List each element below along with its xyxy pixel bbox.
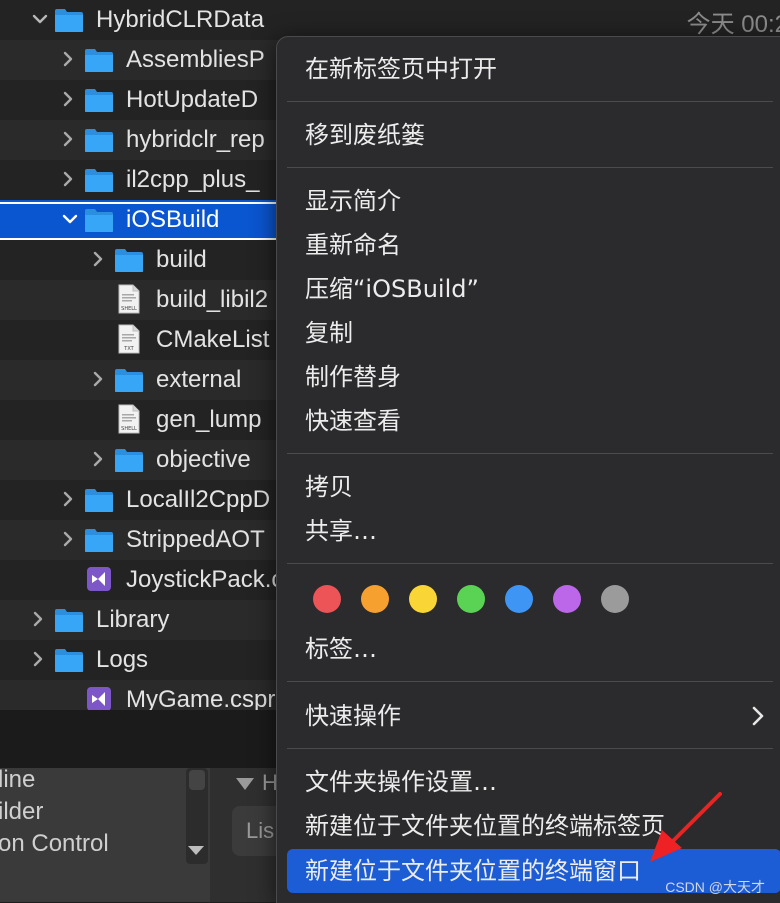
chevron-right-icon[interactable] <box>62 51 74 67</box>
file-name: gen_lump <box>156 406 262 433</box>
folder-icon <box>54 647 84 673</box>
file-name: HotUpdateD <box>126 86 259 113</box>
hierarchy-header: H <box>236 770 278 796</box>
watermark: CSDN @大天才 <box>665 879 765 895</box>
file-name: CMakeList <box>156 326 270 353</box>
tag-yellow[interactable] <box>409 585 437 613</box>
file-name: external <box>156 366 242 393</box>
chevron-right-icon[interactable] <box>32 611 44 627</box>
menu-item-copy[interactable]: 拷贝 <box>305 471 353 503</box>
file-row[interactable]: HybridCLRData 今天 00:2 <box>0 0 780 40</box>
chevron-right-icon[interactable] <box>92 371 104 387</box>
menu-item-new-terminal-window[interactable]: 新建位于文件夹位置的终端窗口 <box>305 855 641 887</box>
file-name: Library <box>96 606 170 633</box>
folder-icon <box>84 207 114 233</box>
svg-text:TXT: TXT <box>123 346 134 352</box>
folder-icon <box>84 527 114 553</box>
file-name: HybridCLRData <box>96 6 265 33</box>
folder-icon <box>84 127 114 153</box>
folder-icon <box>114 447 144 473</box>
file-name: build <box>156 246 207 273</box>
file-name: AssembliesP <box>126 46 265 73</box>
file-name: build_libil2 <box>156 286 269 313</box>
menu-separator <box>287 681 773 682</box>
visual-studio-project-icon <box>86 566 112 592</box>
tag-green[interactable] <box>457 585 485 613</box>
chevron-right-icon[interactable] <box>92 451 104 467</box>
file-name: LocalIl2CppD <box>126 486 271 513</box>
menu-separator <box>287 563 773 564</box>
menu-item-rename[interactable]: 重新命名 <box>305 229 401 261</box>
file-name: hybridclr_rep <box>126 126 265 153</box>
chevron-right-icon[interactable] <box>32 651 44 667</box>
red-arrow-annotation <box>650 792 722 862</box>
triangle-down-icon <box>236 778 254 791</box>
file-name: MyGame.cspro <box>126 686 289 710</box>
menu-separator <box>287 167 773 168</box>
menu-separator <box>287 101 773 102</box>
folder-icon <box>114 367 144 393</box>
file-name: StrippedAOT <box>126 526 265 553</box>
folder-icon <box>54 7 84 33</box>
menu-item-share[interactable]: 共享… <box>305 515 377 547</box>
menu-item-quick-actions[interactable]: 快速操作 <box>305 700 401 732</box>
chevron-right-icon[interactable] <box>62 131 74 147</box>
folder-icon <box>84 87 114 113</box>
scroll-down-icon[interactable] <box>188 846 204 855</box>
file-name: iOSBuild <box>126 206 220 233</box>
tag-blue[interactable] <box>505 585 533 613</box>
chevron-right-icon[interactable] <box>92 251 104 267</box>
folder-icon <box>84 47 114 73</box>
folder-icon <box>54 607 84 633</box>
shell-script-icon: SHELL <box>118 404 140 434</box>
file-name: JoystickPack.c <box>126 566 284 593</box>
tag-gray[interactable] <box>601 585 629 613</box>
shell-script-icon: SHELL <box>118 284 140 314</box>
folder-icon <box>84 167 114 193</box>
menu-item-open-in-new-tab[interactable]: 在新标签页中打开 <box>305 53 497 85</box>
menu-item-get-info[interactable]: 显示简介 <box>305 185 401 217</box>
visual-studio-project-icon <box>86 686 112 710</box>
chevron-right-icon[interactable] <box>62 491 74 507</box>
menu-item-new-terminal-tab[interactable]: 新建位于文件夹位置的终端标签页 <box>305 810 665 842</box>
menu-item-compress[interactable]: 压缩“iOSBuild” <box>305 273 479 305</box>
menu-item-tags[interactable]: 标签… <box>305 633 377 665</box>
tag-orange[interactable] <box>361 585 389 613</box>
date-modified: 今天 00:2 <box>686 11 780 38</box>
context-menu: 在新标签页中打开 移到废纸篓 显示简介 重新命名 压缩“iOSBuild” 复制… <box>276 36 780 903</box>
file-name: objective <box>156 446 251 473</box>
tag-purple[interactable] <box>553 585 581 613</box>
file-name: Logs <box>96 646 149 673</box>
svg-text:SHELL: SHELL <box>121 426 137 432</box>
chevron-right-icon[interactable] <box>62 171 74 187</box>
folder-icon <box>114 247 144 273</box>
menu-separator <box>287 453 773 454</box>
sidebar-item-builder[interactable]: ilder <box>0 798 43 826</box>
menu-item-quick-look[interactable]: 快速查看 <box>305 405 401 437</box>
menu-item-move-to-trash[interactable]: 移到废纸篓 <box>305 119 425 151</box>
sidebar-item-line[interactable]: line <box>0 766 35 794</box>
chevron-right-icon[interactable] <box>62 91 74 107</box>
chevron-right-icon[interactable] <box>62 531 74 547</box>
chevron-down-icon[interactable] <box>32 11 48 27</box>
menu-separator <box>287 748 773 749</box>
scroll-thumb[interactable] <box>189 770 205 790</box>
tag-red[interactable] <box>313 585 341 613</box>
file-name: il2cpp_plus_ <box>126 166 260 193</box>
folder-icon <box>84 487 114 513</box>
menu-item-make-alias[interactable]: 制作替身 <box>305 361 401 393</box>
chevron-down-icon[interactable] <box>62 211 78 227</box>
menu-item-folder-actions-setup[interactable]: 文件夹操作设置… <box>305 766 497 798</box>
svg-text:SHELL: SHELL <box>121 306 137 312</box>
menu-item-duplicate[interactable]: 复制 <box>305 317 353 349</box>
chevron-right-icon <box>752 706 764 726</box>
text-file-icon: TXT <box>118 324 140 354</box>
sidebar-item-version-control[interactable]: on Control <box>0 830 109 858</box>
